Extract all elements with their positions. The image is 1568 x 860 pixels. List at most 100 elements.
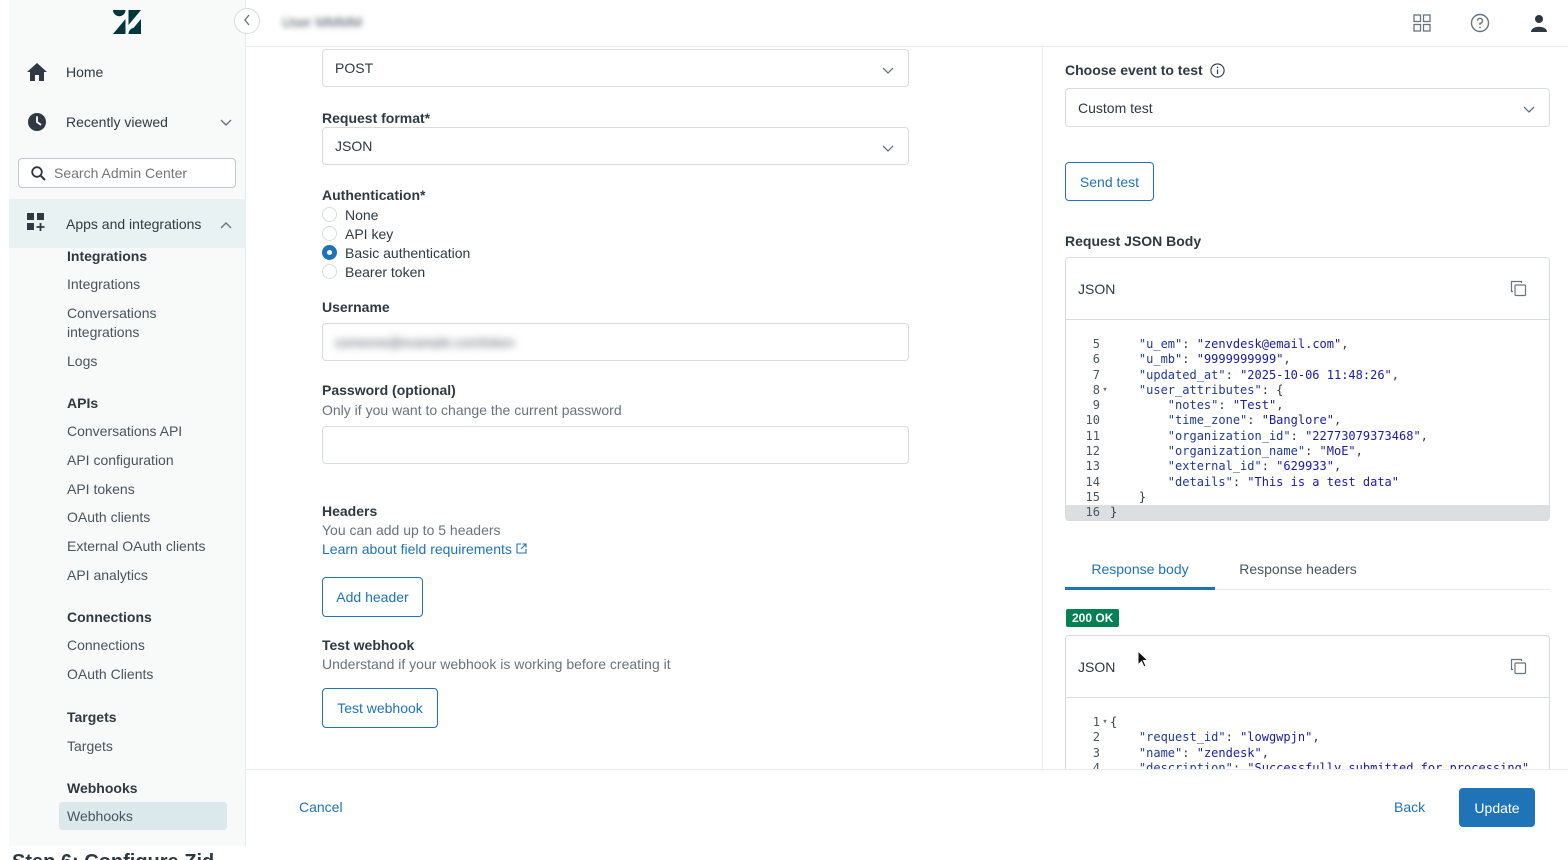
sidebar-item-logs[interactable]: Logs <box>67 352 217 371</box>
code-text: "time_zone": "Banglore", <box>1167 413 1342 428</box>
bottom-caption: Step 6: Configure Zid <box>12 852 214 860</box>
code-text: "organization_name": "MoE", <box>1167 444 1363 459</box>
code-line: 12 "organization_name": "MoE", <box>1066 444 1549 459</box>
code-text: "external_id": "629933", <box>1167 459 1342 474</box>
page-breadcrumb: User MMMM <box>282 14 363 30</box>
radio-bearer-token[interactable] <box>322 264 337 279</box>
sidebar-item-connections[interactable]: Connections <box>67 636 217 655</box>
collapse-sidebar-button[interactable] <box>234 8 260 34</box>
username-value: someone@example.com/token <box>335 334 515 350</box>
line-number: 2 <box>1092 730 1100 745</box>
admin-search-input[interactable] <box>54 165 224 181</box>
help-icon[interactable] <box>1469 12 1491 34</box>
page-bottom-strip: Step 6: Configure Zid <box>0 846 1568 860</box>
line-number: 7 <box>1092 367 1100 382</box>
add-header-button[interactable]: Add header <box>322 577 423 617</box>
line-number: 16 <box>1085 505 1100 520</box>
sidebar-item-api-configuration[interactable]: API configuration <box>67 451 217 470</box>
copy-icon[interactable] <box>1510 658 1527 678</box>
password-field[interactable] <box>322 426 909 464</box>
chevron-down-icon <box>882 140 894 156</box>
copy-icon[interactable] <box>1510 280 1527 300</box>
tab-response-body[interactable]: Response body <box>1065 561 1215 590</box>
test-webhook-button[interactable]: Test webhook <box>322 688 438 728</box>
auth-option-none[interactable]: None <box>322 205 378 224</box>
password-hint: Only if you want to change the current p… <box>322 402 622 418</box>
code-line: 3 "name": "zendesk", <box>1066 746 1549 761</box>
auth-option-label: Basic authentication <box>345 244 471 261</box>
sidebar-item-external-oauth-clients[interactable]: External OAuth clients <box>67 537 217 556</box>
user-icon[interactable] <box>1528 12 1550 34</box>
auth-option-label: None <box>345 206 379 223</box>
username-field[interactable]: someone@example.com/token <box>322 323 909 361</box>
code-text: "notes": "Test", <box>1167 398 1284 413</box>
sidebar-item-oauth-clients[interactable]: OAuth clients <box>67 508 217 527</box>
cancel-button[interactable]: Cancel <box>299 799 343 815</box>
choose-event-row: Choose event to test <box>1065 62 1225 78</box>
auth-option-bearer[interactable]: Bearer token <box>322 262 425 281</box>
fold-toggle-icon[interactable]: ▾ <box>1100 715 1110 730</box>
code-line: 16} <box>1066 505 1549 520</box>
chevron-down-icon <box>1523 101 1535 117</box>
nav-home[interactable]: Home <box>9 52 246 92</box>
code-text: "updated_at": "2025-10-06 11:48:26", <box>1138 367 1400 382</box>
send-test-button[interactable]: Send test <box>1065 162 1154 201</box>
search-icon <box>31 165 46 181</box>
auth-option-api-key[interactable]: API key <box>322 224 393 243</box>
auth-option-label: Bearer token <box>345 263 426 280</box>
nav-apps-label: Apps and integrations <box>66 215 202 232</box>
zendesk-logo-icon[interactable] <box>113 10 141 34</box>
update-button[interactable]: Update <box>1459 788 1535 827</box>
back-button[interactable]: Back <box>1394 799 1425 815</box>
info-icon[interactable] <box>1210 62 1225 78</box>
sidebar-item-api-analytics[interactable]: API analytics <box>67 566 217 585</box>
tab-response-headers[interactable]: Response headers <box>1222 561 1374 590</box>
line-number: 9 <box>1092 398 1100 413</box>
sidebar-item-oauth-clients-connections[interactable]: OAuth Clients <box>67 665 217 684</box>
method-select[interactable]: POST <box>322 49 909 87</box>
fold-gutter <box>1100 429 1110 444</box>
auth-option-basic[interactable]: Basic authentication <box>322 243 470 262</box>
home-icon <box>26 61 48 83</box>
sidebar-item-integrations[interactable]: Integrations <box>67 275 217 294</box>
clock-icon <box>26 111 48 133</box>
line-number: 3 <box>1092 745 1100 760</box>
sidebar-item-conversations-api[interactable]: Conversations API <box>67 422 217 441</box>
sidebar-item-targets[interactable]: Targets <box>67 737 217 756</box>
fold-gutter <box>1100 337 1110 352</box>
headers-label: Headers <box>322 503 378 519</box>
request-format-select[interactable]: JSON <box>322 127 909 165</box>
nav-recently-viewed[interactable]: Recently viewed <box>9 102 246 142</box>
headers-learn-link-row[interactable]: Learn about field requirements <box>322 541 527 557</box>
learn-field-requirements-link[interactable]: Learn about field requirements <box>322 541 512 557</box>
fold-gutter <box>1100 505 1110 520</box>
event-select[interactable]: Custom test <box>1065 88 1550 127</box>
sidebar-item-api-tokens[interactable]: API tokens <box>67 480 217 499</box>
code-text: } <box>1110 489 1147 504</box>
response-code-body[interactable]: 1 ▾{2 "request_id": "lowgwpjn", 3 "name": … <box>1066 698 1549 775</box>
fold-gutter <box>1100 413 1110 428</box>
line-number: 12 <box>1085 444 1100 459</box>
fold-toggle-icon[interactable]: ▾ <box>1100 383 1110 398</box>
request-json-panel: JSON 5 "u_em": "zenvdesk@email.com", 6 "u… <box>1065 257 1550 521</box>
code-text: { <box>1110 715 1118 729</box>
code-line: 9 "notes": "Test", <box>1066 398 1549 413</box>
nav-apps-and-integrations[interactable]: Apps and integrations <box>9 199 246 248</box>
sidebar-item-conversations-integrations[interactable]: Conversations integrations <box>67 304 217 342</box>
request-code-body[interactable]: 5 "u_em": "zenvdesk@email.com", 6 "u_mb":… <box>1066 320 1549 520</box>
code-line: 1 ▾{ <box>1066 715 1549 730</box>
admin-search-field[interactable] <box>18 158 236 188</box>
radio-basic-authentication[interactable] <box>322 245 337 260</box>
radio-none[interactable] <box>322 207 337 222</box>
radio-api-key[interactable] <box>322 226 337 241</box>
sidebar-item-webhooks[interactable]: Webhooks <box>67 807 217 826</box>
fold-gutter <box>1100 475 1110 490</box>
event-value: Custom test <box>1078 99 1153 116</box>
code-line: 10 "time_zone": "Banglore", <box>1066 413 1549 428</box>
headers-hint: You can add up to 5 headers <box>322 522 501 538</box>
section-connections: Connections <box>67 609 152 625</box>
line-number: 11 <box>1085 428 1100 443</box>
apps-grid-icon[interactable] <box>1411 12 1433 34</box>
test-webhook-label: Test webhook <box>322 637 415 653</box>
admin-sidebar: Home Recently viewed Apps and integratio… <box>9 0 246 846</box>
